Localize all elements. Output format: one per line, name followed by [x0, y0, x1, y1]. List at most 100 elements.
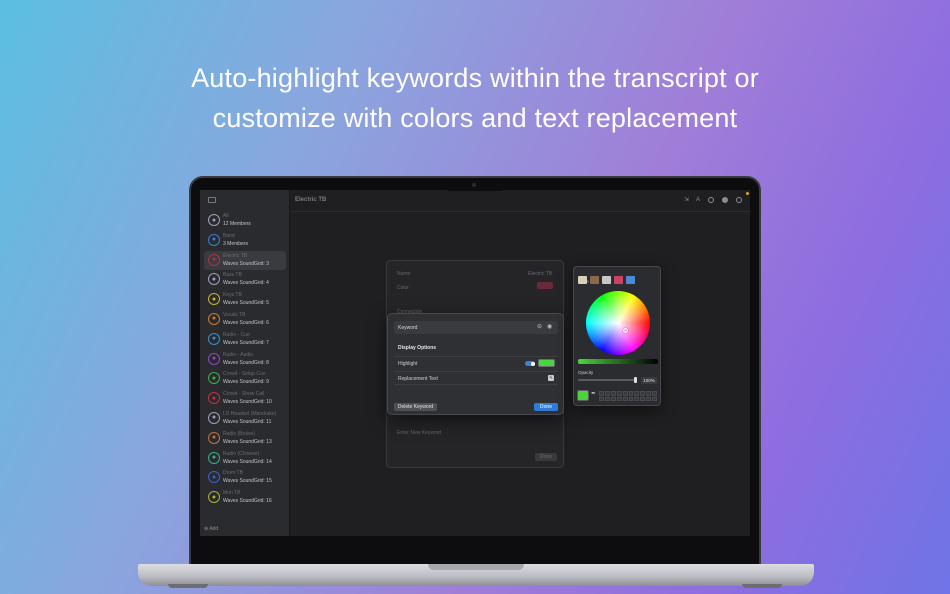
picker-tab-icon[interactable]	[590, 276, 599, 284]
person-icon: ●	[208, 372, 220, 385]
popover-done-button[interactable]: Done	[534, 403, 558, 411]
link-icon[interactable]: ⊖	[537, 324, 542, 330]
add-icon[interactable]	[736, 197, 742, 203]
empty-swatch[interactable]	[634, 391, 640, 396]
sidebar-item-subtitle: Waves SoundGrid: 3	[223, 260, 269, 267]
person-icon: ●	[208, 233, 220, 246]
delete-keyword-button[interactable]: Delete Keyword	[394, 403, 437, 411]
empty-swatch[interactable]	[634, 396, 640, 401]
empty-swatch[interactable]	[616, 391, 622, 396]
laptop-base	[138, 564, 814, 586]
empty-swatch[interactable]	[622, 396, 628, 401]
sidebar-item[interactable]: ● Mon TB Waves SoundGrid: 16	[204, 488, 286, 508]
picker-tab-icon[interactable]	[578, 276, 587, 284]
highlight-label: Highlight	[398, 361, 418, 367]
empty-swatch[interactable]	[628, 391, 634, 396]
eyedropper-icon[interactable]: ✒	[591, 391, 596, 397]
sidebar-item[interactable]: ● Vocals TB Waves SoundGrid: 6	[204, 310, 286, 330]
sidebar-item-subtitle: Waves SoundGrid: 6	[223, 319, 269, 326]
sidebar-item[interactable]: ● Drum TB Waves SoundGrid: 15	[204, 468, 286, 488]
replacement-edit-icon[interactable]: ✎	[548, 375, 554, 381]
display-options-title: Display Options	[398, 345, 437, 351]
sidebar-item[interactable]: ● Radio - Cue Waves SoundGrid: 7	[204, 330, 286, 350]
empty-swatch[interactable]	[622, 391, 628, 396]
camera-notch	[444, 180, 506, 191]
sidebar-item-subtitle: Waves SoundGrid: 4	[223, 280, 269, 287]
empty-swatch[interactable]	[610, 396, 616, 401]
sidebar-item-subtitle: 3 Members	[223, 240, 249, 247]
info-icon[interactable]	[708, 197, 714, 203]
sidebar-item-subtitle: Waves SoundGrid: 13	[223, 438, 272, 445]
sidebar-item[interactable]: ● Radio (Chinese) Waves SoundGrid: 14	[204, 449, 286, 469]
person-icon: ●	[208, 411, 220, 424]
highlight-color-well[interactable]	[538, 359, 555, 367]
opacity-slider[interactable]	[578, 379, 636, 381]
sidebar-item-subtitle: 12 Members	[223, 221, 251, 227]
sheet-done-button[interactable]: Done	[535, 453, 557, 461]
base-notch	[428, 564, 524, 570]
text-size-icon[interactable]: A	[696, 197, 700, 203]
highlight-toggle[interactable]	[525, 361, 535, 366]
empty-swatch[interactable]	[616, 396, 622, 401]
sidebar-toggle-icon[interactable]	[208, 197, 216, 203]
sidebar-item[interactable]: ● Crowd - Show Call Waves SoundGrid: 10	[204, 389, 286, 409]
sidebar-item[interactable]: ● Radio (Bruise) Waves SoundGrid: 13	[204, 429, 286, 449]
color-label: Color	[397, 285, 409, 291]
sidebar-item[interactable]: ● All 12 Members	[204, 211, 286, 231]
sidebar-item-name: Radio - Audio	[223, 351, 254, 358]
empty-swatch[interactable]	[646, 396, 652, 401]
picker-tab-icon[interactable]	[602, 276, 611, 284]
current-color-well	[577, 390, 589, 401]
picker-mode-tabs	[577, 276, 659, 286]
empty-swatch[interactable]	[652, 396, 657, 401]
keyword-label: Keyword	[398, 325, 418, 331]
sidebar-item[interactable]: ● Band 3 Members	[204, 231, 286, 251]
sidebar-item[interactable]: ● Radio - Audio Waves SoundGrid: 8	[204, 350, 286, 370]
empty-swatch[interactable]	[599, 396, 604, 401]
replacement-label: Replacement Text	[398, 376, 438, 382]
color-wheel[interactable]	[586, 291, 650, 355]
person-icon: ●	[208, 253, 220, 266]
picker-tab-icon[interactable]	[614, 276, 623, 284]
person-icon: ●	[208, 491, 220, 504]
sidebar-item[interactable]: ● Bass TB Waves SoundGrid: 4	[204, 270, 286, 290]
group-color-swatch[interactable]	[537, 282, 553, 289]
opacity-value[interactable]: 100%	[641, 377, 657, 384]
sidebar-item[interactable]: ● LD Headset (Mandrake) Waves SoundGrid: 1…	[204, 409, 286, 429]
new-keyword-field[interactable]: Enter New Keyword	[397, 430, 441, 436]
opacity-label: Opacity	[578, 370, 594, 375]
sidebar-item-subtitle: Waves SoundGrid: 7	[223, 339, 269, 346]
person-icon: ●	[208, 451, 220, 464]
sidebar-item-name: Electric TB	[223, 252, 248, 259]
settings-icon[interactable]	[722, 197, 728, 203]
export-icon[interactable]: ⇲	[684, 197, 689, 203]
empty-swatch[interactable]	[628, 396, 634, 401]
empty-swatch[interactable]	[604, 396, 610, 401]
keyword-field[interactable]: Keyword ⊖ ◉	[394, 321, 558, 334]
empty-swatch[interactable]	[610, 391, 616, 396]
picker-tab-icon[interactable]	[626, 276, 635, 284]
color-wheel-marker[interactable]	[623, 328, 628, 333]
eye-icon[interactable]: ◉	[547, 324, 552, 330]
window-title: Electric TB	[295, 197, 327, 203]
sidebar-item[interactable]: ● Keys TB Waves SoundGrid: 5	[204, 290, 286, 310]
sidebar-item[interactable]: ● Crowd - Setup Cue Waves SoundGrid: 9	[204, 369, 286, 389]
empty-swatch[interactable]	[652, 391, 657, 396]
empty-swatch[interactable]	[640, 396, 646, 401]
opacity-slider-knob[interactable]	[634, 377, 637, 383]
sidebar-item[interactable]: ● Electric TB Waves SoundGrid: 3	[204, 250, 286, 271]
laptop-foot-left	[168, 584, 208, 588]
sidebar-item-subtitle: Waves SoundGrid: 15	[223, 478, 272, 485]
empty-swatch[interactable]	[599, 391, 604, 396]
swatch-grid	[599, 391, 657, 401]
sidebar-item-name: Radio - Cue	[223, 331, 250, 338]
name-value[interactable]: Electric TB	[528, 271, 552, 277]
empty-swatch[interactable]	[604, 391, 610, 396]
empty-swatch[interactable]	[640, 391, 646, 396]
sidebar-item-name: Radio (Chinese)	[223, 450, 260, 457]
highlight-row: Highlight	[394, 356, 558, 370]
sidebar-item-name: All	[223, 213, 229, 219]
empty-swatch[interactable]	[646, 391, 652, 396]
add-group-button[interactable]: ⊕ Add	[204, 526, 218, 532]
brightness-slider[interactable]	[578, 359, 658, 364]
